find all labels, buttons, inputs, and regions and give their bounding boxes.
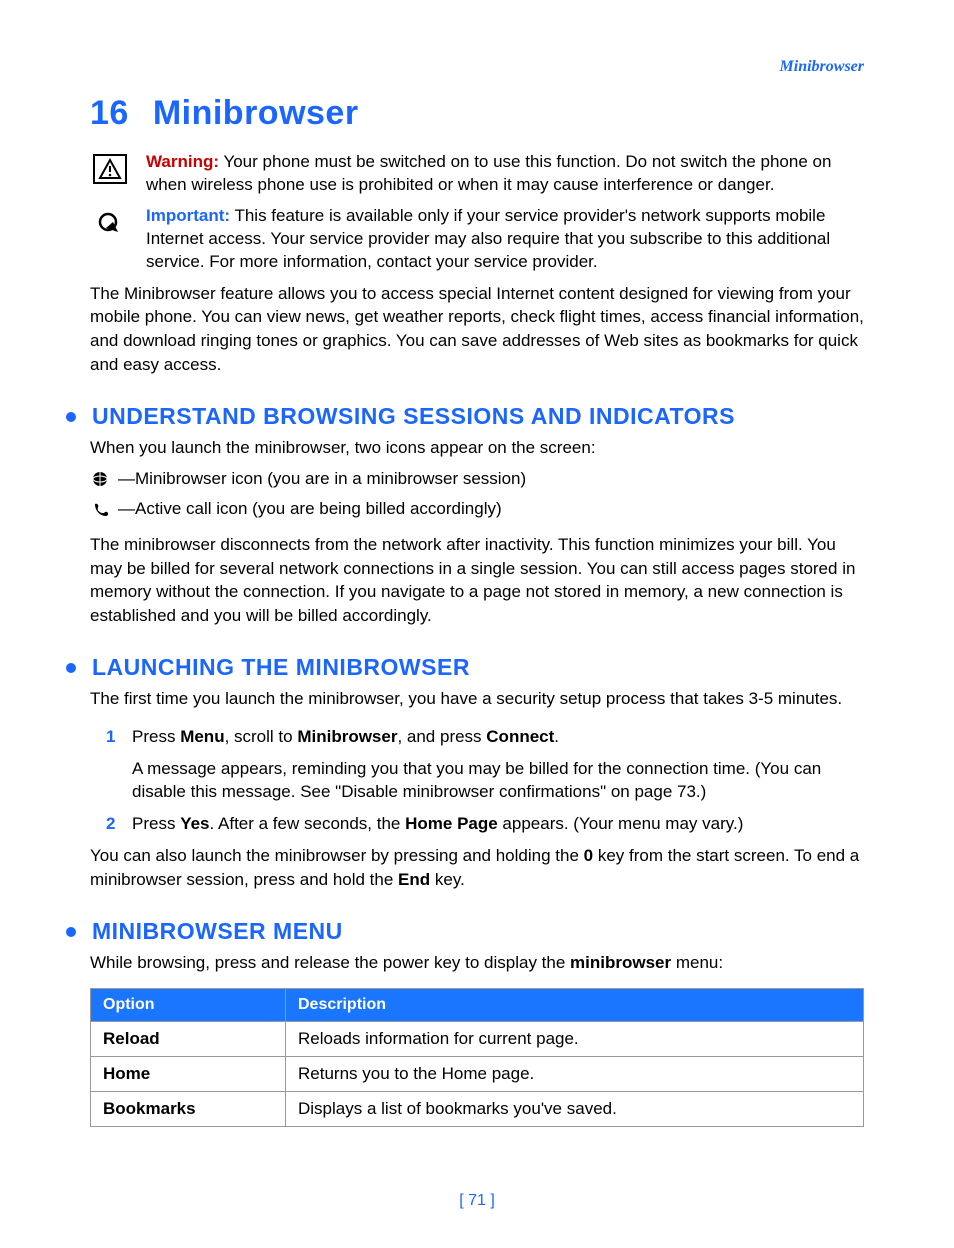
cell-option: Bookmarks (91, 1092, 286, 1127)
sec1-para: The minibrowser disconnects from the net… (90, 533, 864, 628)
step-number: 1 (106, 725, 122, 749)
cell-option: Reload (91, 1022, 286, 1057)
th-description: Description (286, 989, 864, 1022)
cell-description: Reloads information for current page. (286, 1022, 864, 1057)
chapter-number: 16 (90, 94, 129, 133)
important-note: Important: This feature is available onl… (90, 205, 864, 274)
sec3-lead: While browsing, press and release the po… (90, 951, 864, 975)
intro-paragraph: The Minibrowser feature allows you to ac… (90, 282, 864, 377)
globe-icon (90, 470, 112, 488)
page-number: [ 71 ] (0, 1192, 954, 1210)
important-text: Important: This feature is available onl… (146, 205, 864, 274)
table-row: Reload Reloads information for current p… (91, 1022, 864, 1057)
minibrowser-indicator-line: —Minibrowser icon (you are in a minibrow… (90, 464, 864, 495)
section-launching: LAUNCHING THE MINIBROWSER (90, 654, 864, 681)
cell-description: Displays a list of bookmarks you've save… (286, 1092, 864, 1127)
important-label: Important: (146, 206, 230, 225)
sec2-lead: The first time you launch the minibrowse… (90, 687, 864, 711)
bullet-icon (66, 927, 76, 937)
cell-option: Home (91, 1057, 286, 1092)
section-understand: UNDERSTAND BROWSING SESSIONS AND INDICAT… (90, 403, 864, 430)
phone-icon (90, 501, 112, 519)
table-row: Home Returns you to the Home page. (91, 1057, 864, 1092)
warning-text: Warning: Your phone must be switched on … (146, 151, 864, 197)
warning-icon (90, 151, 130, 187)
table-header-row: Option Description (91, 989, 864, 1022)
step-2: 2 Press Yes. After a few seconds, the Ho… (106, 812, 864, 836)
cell-description: Returns you to the Home page. (286, 1057, 864, 1092)
table-row: Bookmarks Displays a list of bookmarks y… (91, 1092, 864, 1127)
important-icon (90, 205, 130, 241)
section-menu: MINIBROWSER MENU (90, 918, 864, 945)
chapter-title: 16 Minibrowser (90, 94, 864, 133)
step-1-sub: A message appears, reminding you that yo… (132, 757, 864, 805)
step-2-body: Press Yes. After a few seconds, the Home… (132, 812, 864, 836)
bullet-icon (66, 412, 76, 422)
th-option: Option (91, 989, 286, 1022)
manual-page: Minibrowser 16 Minibrowser Warning: Your … (0, 0, 954, 1248)
warning-note: Warning: Your phone must be switched on … (90, 151, 864, 197)
bullet-icon (66, 663, 76, 673)
step-1-body: Press Menu, scroll to Minibrowser, and p… (132, 725, 864, 749)
warning-label: Warning: (146, 152, 219, 171)
step-1: 1 Press Menu, scroll to Minibrowser, and… (106, 725, 864, 749)
step-number: 2 (106, 812, 122, 836)
chapter-name: Minibrowser (153, 94, 359, 132)
sec1-lead: When you launch the minibrowser, two ico… (90, 436, 864, 460)
running-header: Minibrowser (90, 58, 864, 76)
minibrowser-menu-table: Option Description Reload Reloads inform… (90, 988, 864, 1127)
active-call-indicator-line: —Active call icon (you are being billed … (90, 494, 864, 525)
sec2-tail: You can also launch the minibrowser by p… (90, 844, 864, 892)
